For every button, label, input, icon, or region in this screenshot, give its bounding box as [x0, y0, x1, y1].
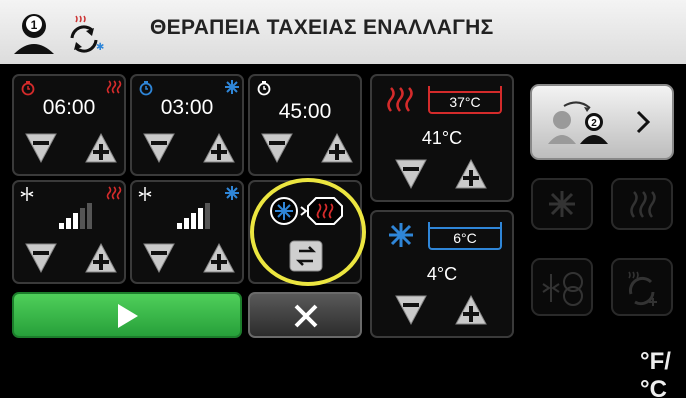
cold-level-bars [177, 203, 210, 229]
next-user-number: 2 [591, 118, 597, 129]
level-bar [73, 213, 78, 229]
snowflake-icon [549, 191, 575, 217]
heat-icon [106, 186, 122, 200]
minus-button[interactable] [142, 132, 176, 164]
level-bar [80, 208, 85, 229]
heat-icon [106, 80, 122, 94]
level-bar [198, 208, 203, 229]
play-button[interactable] [12, 292, 242, 338]
minus-button[interactable] [394, 294, 428, 326]
heat-icon [387, 87, 413, 112]
svg-text:1: 1 [31, 18, 38, 32]
snowflake-icon [225, 186, 239, 200]
cold-time-value: 03:00 [160, 96, 214, 119]
heat-icon [630, 191, 656, 218]
level-bar [184, 218, 189, 229]
switch-user-icon: 2 [548, 101, 651, 144]
highlight-circle [250, 178, 366, 286]
plus-button[interactable] [202, 132, 236, 164]
cold-timer-icon [139, 81, 153, 96]
cold-actual-temp: 4°C [426, 264, 458, 284]
svg-text:✱: ✱ [96, 42, 104, 53]
plus-button[interactable] [84, 132, 118, 164]
intensity-icon [20, 187, 34, 201]
page-title: ΘΕΡΑΠΕΙΑ ΤΑΧΕΙΑΣ ΕΝΑΛΛΑΓΗΣ [150, 16, 494, 39]
heat-timer-cell[interactable]: 06:00 [12, 74, 126, 176]
header-bar: 1 ✱ ΘΕΡΑΠΕΙΑ ΤΑΧΕΙΑΣ ΕΝΑΛΛΑΓΗΣ [0, 0, 686, 64]
total-time-value: 45:00 [278, 100, 332, 123]
cold-intensity-cell[interactable] [130, 180, 244, 284]
heat-setpoint-box: 37°C [428, 86, 502, 114]
heat-intensity-cell[interactable] [12, 180, 126, 284]
play-icon [118, 304, 138, 328]
intensity-icon [138, 187, 152, 201]
plus-button[interactable] [454, 158, 488, 190]
cold-setpoint-box: 6°C [428, 222, 502, 250]
minus-button[interactable] [24, 132, 58, 164]
units-toggle[interactable]: °F/°C [640, 348, 686, 398]
total-timer-cell[interactable]: 45:00 [248, 74, 362, 176]
level-bar [191, 213, 196, 229]
plus-button[interactable] [454, 294, 488, 326]
cold-mode-button[interactable] [531, 178, 593, 230]
close-icon [294, 304, 318, 328]
plus-button[interactable] [202, 242, 236, 274]
minus-button[interactable] [24, 242, 58, 274]
level-bar [177, 223, 182, 229]
level-bar [205, 203, 210, 229]
plus-button[interactable] [84, 242, 118, 274]
minus-button[interactable] [260, 132, 294, 164]
heat-actual-temp: 41°C [421, 128, 463, 148]
level-bar [59, 223, 64, 229]
heat-level-bars [59, 203, 92, 229]
cycle-mode-button[interactable] [611, 258, 673, 316]
cold-setpoint: 6°C [453, 230, 477, 246]
user-1-cycle-icon: 1 ✱ [14, 14, 104, 54]
snowflake-icon [389, 223, 413, 247]
contrast-mode-button[interactable] [531, 258, 593, 316]
cold-timer-cell[interactable]: 03:00 [130, 74, 244, 176]
heat-time-value: 06:00 [42, 96, 96, 119]
cycle-icon [628, 271, 657, 306]
heat-timer-icon [21, 81, 35, 96]
heat-mode-button[interactable] [611, 178, 673, 230]
heat-setpoint: 37°C [449, 94, 481, 110]
level-bar [66, 218, 71, 229]
next-user-button[interactable]: 2 [530, 84, 674, 160]
minus-button[interactable] [394, 158, 428, 190]
cold-temp-panel[interactable]: 6°C 4°C [370, 210, 514, 338]
plus-button[interactable] [320, 132, 354, 164]
level-bar [87, 203, 92, 229]
timer-icon [257, 81, 271, 96]
stop-button[interactable] [248, 292, 362, 338]
contrast-icon [542, 272, 583, 306]
minus-button[interactable] [142, 242, 176, 274]
heat-temp-panel[interactable]: 37°C 41°C [370, 74, 514, 202]
snowflake-icon [225, 80, 239, 94]
